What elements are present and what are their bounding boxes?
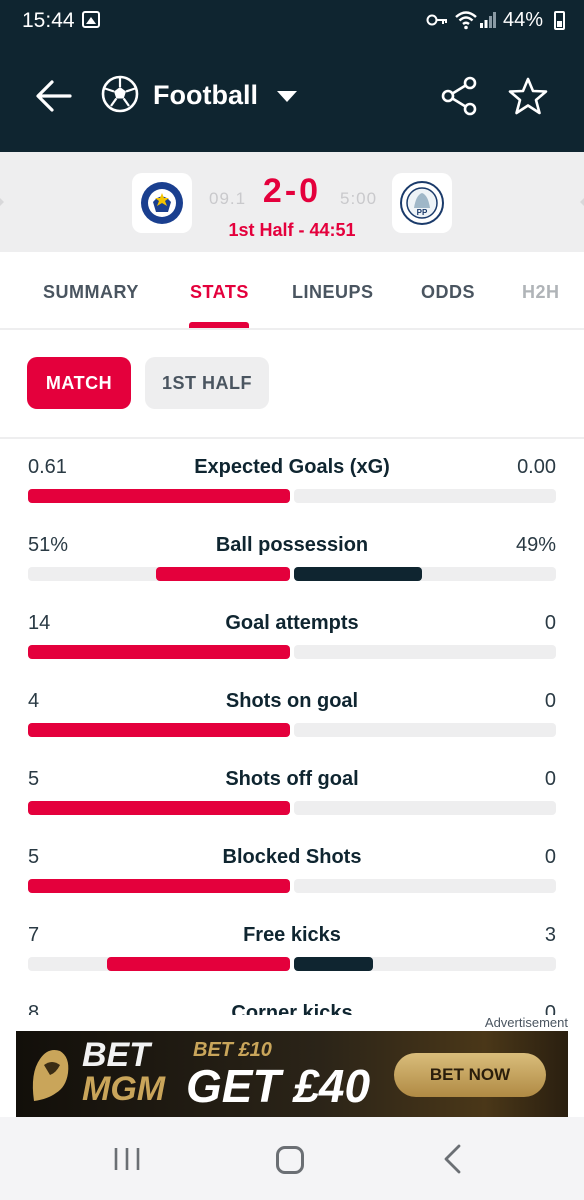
tab-lineups[interactable]: LINEUPS	[292, 282, 374, 303]
match-score-strip: 09.1 5:00 2-0 1st Half - 44:51 PP	[0, 152, 584, 252]
share-icon[interactable]	[440, 76, 478, 116]
away-bar-fill	[294, 957, 373, 971]
away-team-logo[interactable]: PP	[392, 173, 452, 233]
tab-summary[interactable]: SUMMARY	[43, 282, 139, 303]
home-bar-track	[28, 879, 290, 893]
divider	[0, 437, 584, 439]
stat-name: Free kicks	[243, 924, 341, 946]
tab-h2h[interactable]: H2H	[522, 282, 560, 303]
filter-first-half-button[interactable]: 1ST HALF	[145, 357, 269, 409]
back-arrow-icon[interactable]	[34, 76, 74, 116]
stat-away-value: 3	[544, 924, 556, 946]
home-bar-fill	[107, 957, 290, 971]
battery-icon	[554, 11, 565, 30]
away-bar-track	[294, 879, 556, 893]
stat-row: 51% Ball possession 49%	[0, 518, 584, 596]
status-time: 15:44	[22, 9, 75, 32]
dropdown-caret-icon[interactable]	[277, 91, 297, 102]
stat-away-value: 0	[544, 690, 556, 712]
home-bar-track	[28, 567, 290, 581]
stat-name: Shots off goal	[225, 768, 359, 790]
home-bar-fill	[28, 645, 290, 659]
ad-brand-bet: BET	[82, 1036, 150, 1074]
home-bar-track	[28, 489, 290, 503]
wifi-icon	[455, 11, 477, 30]
away-bar-track	[294, 645, 556, 659]
sport-selector[interactable]: Football	[153, 80, 258, 111]
away-bar-track	[294, 957, 556, 971]
filter-match-button[interactable]: MATCH	[27, 357, 131, 409]
stat-away-value: 0	[544, 846, 556, 868]
stat-name: Blocked Shots	[222, 846, 362, 868]
advertisement-label: Advertisement	[484, 1015, 568, 1030]
stat-away-value: 0.00	[517, 456, 556, 478]
active-tab-indicator	[189, 322, 249, 328]
svg-text:PP: PP	[417, 208, 428, 217]
star-icon[interactable]	[508, 76, 548, 116]
system-back-icon[interactable]	[440, 1143, 464, 1175]
stat-row: 14 Goal attempts 0	[0, 596, 584, 674]
home-bar-track	[28, 801, 290, 815]
betmgm-ad-banner[interactable]: BET MGM BET £10 GET £40 BET NOW	[16, 1031, 568, 1117]
ad-offer-small: BET £10	[193, 1039, 272, 1061]
home-icon[interactable]	[276, 1146, 304, 1174]
match-period: 1st Half - 44:51	[228, 220, 356, 240]
away-bar-fill	[294, 567, 422, 581]
stat-row: 8 Corner kicks 0	[0, 986, 584, 1015]
gallery-notification-icon	[82, 11, 100, 28]
match-score: 2-0	[262, 172, 322, 210]
ad-bet-now-button[interactable]: BET NOW	[394, 1053, 546, 1097]
stat-away-value: 0	[544, 768, 556, 790]
stat-row: 5 Shots off goal 0	[0, 752, 584, 830]
status-bar: 15:44 44%	[0, 0, 584, 42]
away-bar-track	[294, 489, 556, 503]
match-tabs: SUMMARY STATS LINEUPS ODDS H2H	[0, 252, 584, 330]
ad-offer-big: GET £40	[186, 1060, 371, 1112]
stats-list: 0.61 Expected Goals (xG) 0.00 51% Ball posse…	[0, 440, 584, 1015]
stat-name: Ball possession	[215, 534, 369, 556]
recent-apps-icon[interactable]	[112, 1146, 142, 1172]
stat-row: 4 Shots on goal 0	[0, 674, 584, 752]
key-icon	[426, 14, 447, 26]
stat-name: Goal attempts	[225, 612, 359, 634]
stat-name: Shots on goal	[225, 690, 359, 712]
home-bar-track	[28, 957, 290, 971]
away-bar-track	[294, 723, 556, 737]
home-bar-fill	[28, 879, 290, 893]
home-bar-fill	[28, 489, 290, 503]
football-icon[interactable]	[100, 74, 140, 114]
home-bar-fill	[28, 723, 290, 737]
away-bar-track	[294, 801, 556, 815]
signal-icon	[480, 12, 496, 28]
tab-stats[interactable]: STATS	[190, 282, 249, 303]
stat-away-value: 0	[544, 612, 556, 634]
stat-row: 0.61 Expected Goals (xG) 0.00	[0, 440, 584, 518]
sport-header: Football	[0, 56, 584, 140]
stat-row: 7 Free kicks 3	[0, 908, 584, 986]
app-header-background: 15:44 44% Football	[0, 0, 584, 152]
system-nav-bar	[0, 1117, 584, 1200]
home-bar-track	[28, 723, 290, 737]
stat-name: Expected Goals (xG)	[194, 456, 390, 478]
stat-name: Corner kicks	[231, 1002, 353, 1015]
stat-away-value: 49%	[515, 534, 556, 556]
home-bar-track	[28, 645, 290, 659]
ad-brand-mgm: MGM	[82, 1070, 166, 1108]
battery-percent: 44%	[503, 9, 544, 31]
stat-row: 5 Blocked Shots 0	[0, 830, 584, 908]
home-bar-fill	[28, 801, 290, 815]
stat-away-value: 0	[544, 1002, 556, 1015]
tab-odds[interactable]: ODDS	[421, 282, 475, 303]
preston-crest-icon: PP	[400, 181, 444, 225]
home-bar-fill	[156, 567, 290, 581]
away-bar-track	[294, 567, 556, 581]
lion-logo-icon	[32, 1050, 69, 1101]
